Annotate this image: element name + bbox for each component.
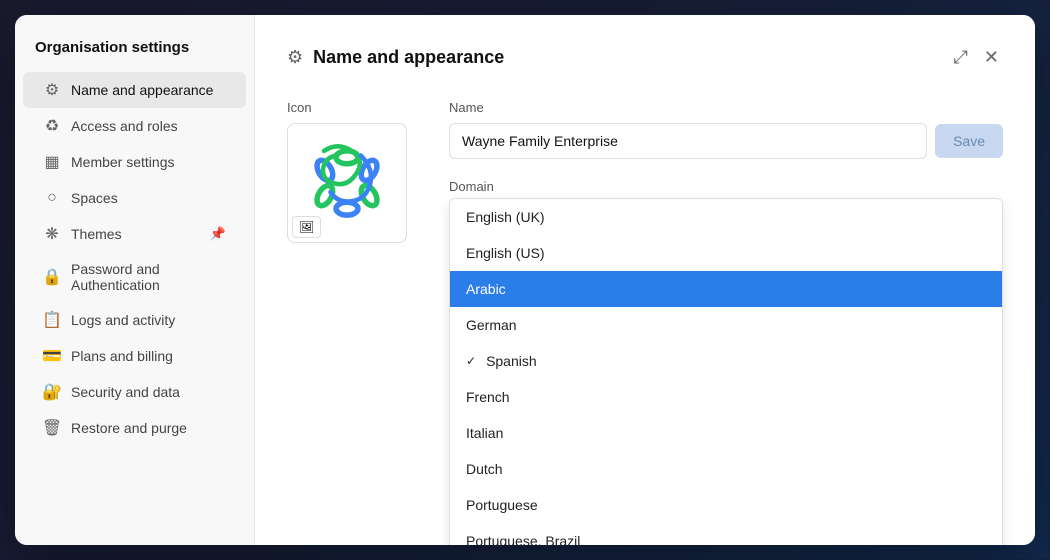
- dropdown-item-en-uk[interactable]: English (UK): [450, 199, 1002, 235]
- access-icon: ♻: [43, 117, 61, 135]
- icon-upload-button[interactable]: 🖼: [292, 216, 321, 238]
- dropdown-list: English (UK) English (US) Arabic German …: [449, 198, 1003, 545]
- sidebar-item-restore-purge[interactable]: 🗑 Restore and purge: [23, 410, 246, 446]
- field-section: Name Save Domain English (UK) English (U…: [449, 100, 1003, 545]
- expand-button[interactable]: ⤢: [950, 43, 972, 72]
- name-row: Save: [449, 123, 1003, 159]
- icon-upload[interactable]: 🖼: [287, 123, 407, 243]
- sidebar-item-label: Logs and activity: [71, 312, 175, 328]
- sidebar-item-spaces[interactable]: ○ Spaces: [23, 180, 246, 216]
- header-actions: ⤢ ✕: [950, 43, 1004, 72]
- restore-icon: 🗑: [43, 419, 61, 437]
- icon-label: Icon: [287, 100, 417, 115]
- lock-icon: 🔒: [43, 268, 61, 286]
- sidebar-item-themes[interactable]: ❋ Themes 📌: [23, 216, 246, 252]
- security-icon: 🔐: [43, 383, 61, 401]
- settings-icon: ⚙: [43, 81, 61, 99]
- sidebar-item-label: Restore and purge: [71, 420, 187, 436]
- sidebar-item-label: Password and Authentication: [71, 261, 226, 293]
- sidebar-title: Organisation settings: [15, 31, 254, 72]
- dropdown-item-german[interactable]: German: [450, 307, 1002, 343]
- sidebar-item-label: Member settings: [71, 154, 174, 170]
- sidebar-item-name-appearance[interactable]: ⚙ Name and appearance: [23, 72, 246, 108]
- dropdown-item-portuguese-brazil[interactable]: Portuguese, Brazil: [450, 523, 1002, 545]
- dropdown-item-french[interactable]: French: [450, 379, 1002, 415]
- dropdown-item-arabic[interactable]: Arabic: [450, 271, 1002, 307]
- name-input[interactable]: [449, 123, 927, 159]
- sidebar-item-access-roles[interactable]: ♻ Access and roles: [23, 108, 246, 144]
- sidebar-item-label: Access and roles: [71, 118, 178, 134]
- sidebar-item-label: Security and data: [71, 384, 180, 400]
- language-dropdown[interactable]: English (UK) English (US) Arabic German …: [449, 198, 1003, 545]
- sidebar-item-plans-billing[interactable]: 💳 Plans and billing: [23, 338, 246, 374]
- settings-panel: Organisation settings ⚙ Name and appeara…: [15, 15, 1035, 545]
- sidebar-item-password-auth[interactable]: 🔒 Password and Authentication: [23, 252, 246, 302]
- sidebar: Organisation settings ⚙ Name and appeara…: [15, 15, 255, 545]
- dropdown-item-en-us[interactable]: English (US): [450, 235, 1002, 271]
- modal-header-icon: ⚙: [287, 47, 303, 68]
- pin-icon: 📌: [210, 226, 226, 242]
- sidebar-item-logs-activity[interactable]: 📋 Logs and activity: [23, 302, 246, 338]
- domain-label: Domain: [449, 179, 1003, 194]
- dropdown-item-italian[interactable]: Italian: [450, 415, 1002, 451]
- form-layout: Icon: [287, 100, 1003, 545]
- close-button[interactable]: ✕: [980, 43, 1003, 72]
- billing-icon: 💳: [43, 347, 61, 365]
- sidebar-item-label: Themes: [71, 226, 122, 242]
- sidebar-item-member-settings[interactable]: ▦ Member settings: [23, 144, 246, 180]
- dropdown-item-dutch[interactable]: Dutch: [450, 451, 1002, 487]
- dropdown-item-portuguese[interactable]: Portuguese: [450, 487, 1002, 523]
- icon-section: Icon: [287, 100, 417, 545]
- logs-icon: 📋: [43, 311, 61, 329]
- main-content: ⚙ Name and appearance ⤢ ✕ Icon: [255, 15, 1035, 545]
- sidebar-item-label: Name and appearance: [71, 82, 213, 98]
- save-button[interactable]: Save: [935, 124, 1003, 158]
- member-icon: ▦: [43, 153, 61, 171]
- modal-header: ⚙ Name and appearance ⤢ ✕: [287, 43, 1003, 72]
- name-label: Name: [449, 100, 1003, 115]
- modal-title: Name and appearance: [313, 47, 939, 68]
- spaces-icon: ○: [43, 189, 61, 207]
- dropdown-item-spanish[interactable]: Spanish: [450, 343, 1002, 379]
- sidebar-item-label: Spaces: [71, 190, 118, 206]
- themes-icon: ❋: [43, 225, 61, 243]
- sidebar-item-security-data[interactable]: 🔐 Security and data: [23, 374, 246, 410]
- sidebar-item-label: Plans and billing: [71, 348, 173, 364]
